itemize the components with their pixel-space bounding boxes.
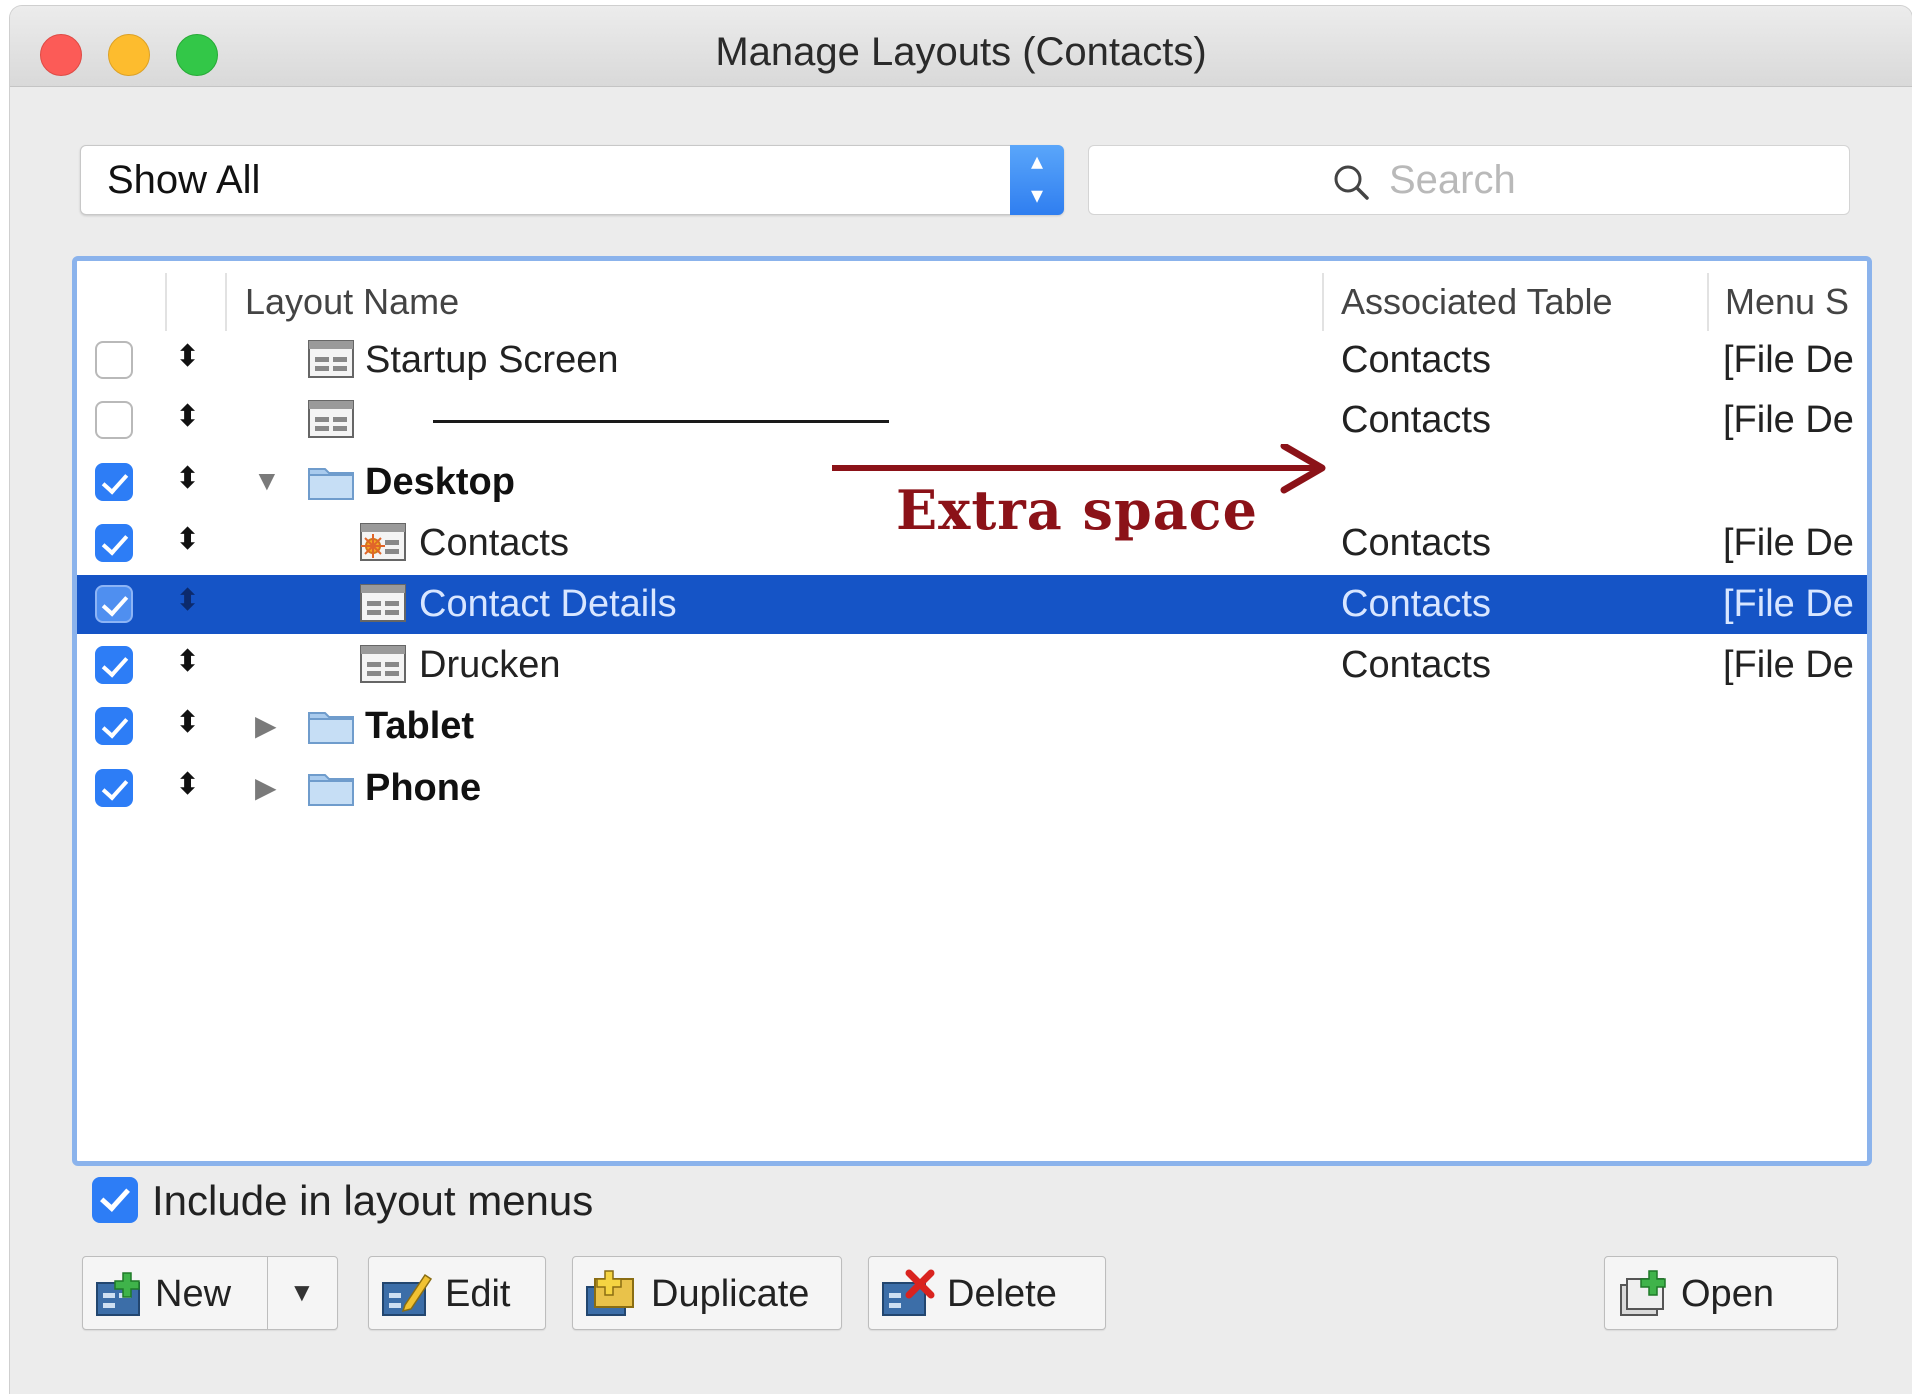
menu-set: [File De [1723, 339, 1854, 381]
table-row[interactable]: ⬍ ▶ Phone [77, 759, 1867, 818]
disclosure-triangle-right-icon[interactable]: ▶ [255, 709, 277, 742]
drag-handle-icon[interactable]: ⬍ [175, 461, 200, 496]
associated-table: Contacts [1341, 644, 1491, 686]
layout-name: Contacts [419, 522, 569, 564]
layout-icon [360, 584, 406, 622]
title-bar: Manage Layouts (Contacts) [10, 6, 1912, 87]
column-separator[interactable] [1322, 273, 1324, 331]
search-placeholder: Search [1389, 158, 1516, 202]
row-checkbox[interactable] [95, 769, 133, 807]
row-checkbox[interactable] [95, 341, 133, 379]
table-row[interactable]: ⬍ ▶ Tablet [77, 697, 1867, 756]
table-row[interactable]: ⬍ Startup Screen Contacts [File De [77, 331, 1867, 390]
updown-chevron-icon[interactable]: ▴ ▾ [1010, 145, 1064, 215]
new-button-label: New [155, 1273, 232, 1315]
associated-table: Contacts [1341, 583, 1491, 625]
startup-layout-icon [360, 523, 406, 561]
include-checkbox-box[interactable] [92, 1177, 138, 1223]
folder-icon [308, 712, 354, 744]
drag-handle-icon[interactable]: ⬍ [175, 767, 200, 802]
manage-layouts-dialog: Manage Layouts (Contacts) Show All ▴ ▾ Se… [10, 6, 1912, 1394]
layout-name: Startup Screen [365, 339, 619, 381]
row-checkbox[interactable] [95, 463, 133, 501]
associated-table: Contacts [1341, 522, 1491, 564]
open-button-label: Open [1681, 1273, 1774, 1315]
layout-name: Drucken [419, 644, 561, 686]
row-checkbox[interactable] [95, 401, 133, 439]
row-checkbox[interactable] [95, 707, 133, 745]
row-checkbox[interactable] [95, 585, 133, 623]
menu-set: [File De [1723, 522, 1854, 564]
duplicate-button[interactable]: Duplicate [572, 1256, 842, 1330]
annotation-label: Extra space [896, 478, 1258, 542]
menu-set: [File De [1723, 583, 1854, 625]
window-title: Manage Layouts (Contacts) [715, 30, 1207, 74]
folder-name: Phone [365, 767, 482, 809]
column-header-menu[interactable]: Menu S [1725, 281, 1849, 323]
edit-button[interactable]: Edit [368, 1256, 546, 1330]
table-row[interactable]: ⬍ Contacts [File De [77, 391, 1867, 450]
new-layout-icon [96, 1272, 140, 1316]
edit-button-label: Edit [445, 1273, 511, 1315]
column-header-layout-name[interactable]: Layout Name [245, 281, 459, 323]
folder-name: Tablet [365, 705, 475, 747]
row-checkbox[interactable] [95, 646, 133, 684]
search-icon [1334, 165, 1369, 200]
separator-line [433, 420, 889, 423]
column-separator[interactable] [165, 273, 167, 331]
layout-icon [308, 400, 354, 438]
search-field[interactable]: Search [1088, 145, 1850, 215]
delete-button[interactable]: Delete [868, 1256, 1106, 1330]
delete-button-label: Delete [947, 1273, 1057, 1315]
layout-icon [308, 340, 354, 378]
folder-icon [308, 468, 354, 500]
folder-icon [308, 774, 354, 806]
row-checkbox[interactable] [95, 524, 133, 562]
folder-name: Desktop [365, 461, 515, 503]
menu-set: [File De [1723, 644, 1854, 686]
dropdown-arrow-icon[interactable]: ▼ [289, 1277, 315, 1308]
drag-handle-icon[interactable]: ⬍ [175, 522, 200, 557]
table-row[interactable]: ⬍ Drucken Contacts [File De [77, 636, 1867, 695]
include-checkbox-label: Include in layout menus [152, 1177, 594, 1224]
disclosure-triangle-down-icon[interactable]: ▼ [253, 465, 281, 497]
open-layout-icon [1620, 1270, 1666, 1316]
column-header-associated-table[interactable]: Associated Table [1341, 281, 1613, 323]
open-button[interactable]: Open [1604, 1256, 1838, 1330]
disclosure-triangle-right-icon[interactable]: ▶ [255, 771, 277, 804]
menu-set: [File De [1723, 399, 1854, 441]
associated-table: Contacts [1341, 339, 1491, 381]
table-row-selected[interactable]: ⬍ Contact Details Contacts [File De [77, 575, 1867, 634]
delete-layout-icon [882, 1269, 935, 1316]
drag-handle-icon[interactable]: ⬍ [175, 583, 200, 618]
layout-name: Contact Details [419, 583, 677, 625]
layout-filter-value: Show All [107, 158, 261, 202]
drag-handle-icon[interactable]: ⬍ [175, 644, 200, 679]
drag-handle-icon[interactable]: ⬍ [175, 399, 200, 434]
table-header: Layout Name Associated Table Menu S [77, 261, 1867, 341]
duplicate-layout-icon [586, 1270, 634, 1316]
duplicate-button-label: Duplicate [651, 1273, 810, 1315]
edit-layout-icon [382, 1273, 433, 1316]
layout-filter-select[interactable]: Show All ▴ ▾ [80, 145, 1064, 215]
drag-handle-icon[interactable]: ⬍ [175, 339, 200, 374]
new-button-group: New ▼ [82, 1256, 338, 1330]
drag-handle-icon[interactable]: ⬍ [175, 705, 200, 740]
layouts-table[interactable]: Layout Name Associated Table Menu S ⬍ St… [72, 256, 1872, 1166]
column-separator[interactable] [225, 273, 227, 331]
new-button[interactable]: New [83, 1257, 267, 1329]
column-separator[interactable] [1707, 273, 1709, 331]
layout-icon [360, 645, 406, 683]
associated-table: Contacts [1341, 399, 1491, 441]
